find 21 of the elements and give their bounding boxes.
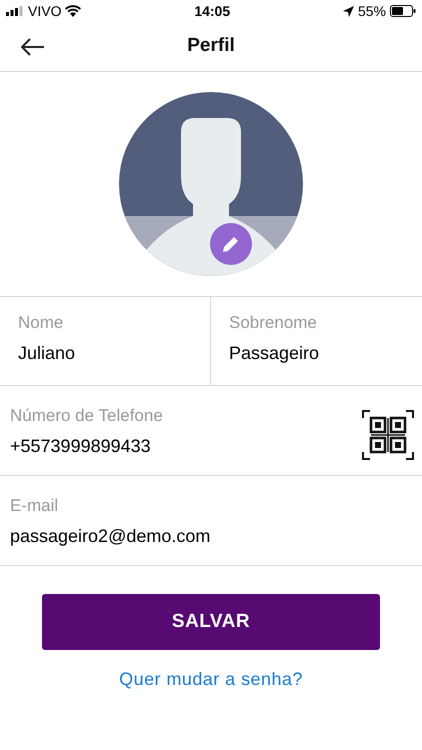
field-label: Número de Telefone [10, 406, 164, 426]
back-arrow-icon [21, 38, 45, 56]
change-password-link[interactable]: Quer mudar a senha? [119, 666, 303, 693]
field-label: E-mail [10, 496, 60, 516]
page-title: Perfil [187, 34, 235, 58]
input-field[interactable]: passageiro2@demo.com [10, 524, 422, 548]
wifi-icon [65, 5, 82, 17]
input-field[interactable]: +5573999899433 [10, 434, 362, 458]
signal-icon [6, 6, 24, 16]
carrier-name: VIVO [28, 2, 62, 20]
field-label: Sobrenome [229, 313, 318, 333]
battery-icon [390, 5, 416, 17]
location-icon [342, 6, 354, 16]
field-label: Nome [18, 313, 64, 333]
save-button[interactable]: SALVAR [42, 594, 380, 650]
qr-code-icon [362, 410, 414, 460]
input-field[interactable]: Passageiro [229, 341, 422, 365]
status-time: 14:05 [194, 2, 230, 20]
input-field[interactable]: Juliano [18, 341, 210, 365]
battery-percent: 55% [358, 2, 386, 20]
pencil-icon [221, 234, 241, 254]
